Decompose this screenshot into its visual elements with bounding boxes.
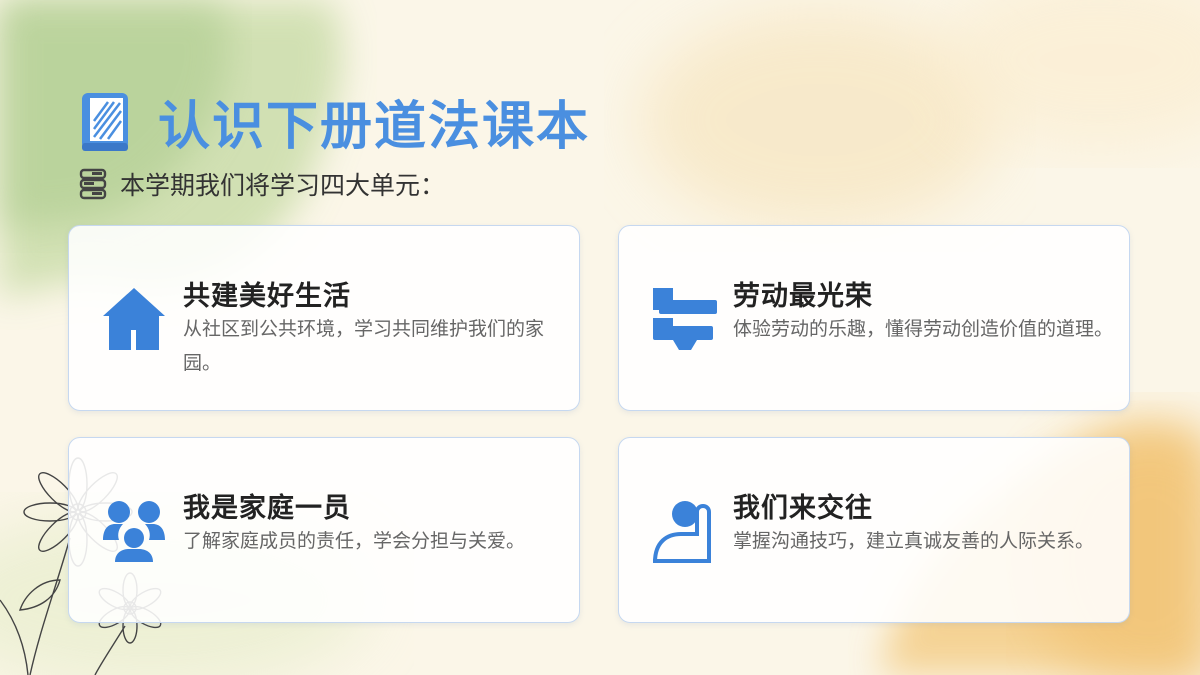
- page-title: 认识下册道法课本: [158, 96, 591, 157]
- subtitle: 本学期我们将学习四大单元：: [120, 171, 446, 200]
- communication-icon: [653, 501, 711, 563]
- family-icon: [103, 501, 165, 562]
- unit-description: 从社区到公共环境，学习共同维护我们的家园。: [183, 318, 545, 374]
- book-icon: [82, 92, 128, 151]
- unit-title: 劳动最光荣: [733, 281, 873, 312]
- title-bar: 认识下册道法课本: [80, 84, 590, 159]
- unit-description: 掌握沟通技巧，建立真诚友善的人际关系。: [733, 530, 1095, 552]
- unit-description: 了解家庭成员的责任，学会分担与关爱。: [183, 530, 526, 552]
- tools-icon: [653, 288, 717, 350]
- unit-title: 我们来交往: [733, 493, 873, 524]
- unit-card-1: 共建美好生活 从社区到公共环境，学习共同维护我们的家园。: [68, 225, 580, 411]
- unit-title: 我是家庭一员: [183, 493, 351, 524]
- books-stack-icon: [79, 168, 107, 200]
- unit-card-4: 我们来交往 掌握沟通技巧，建立真诚友善的人际关系。: [618, 437, 1130, 623]
- unit-card-2: 劳动最光荣 体验劳动的乐趣，懂得劳动创造价值的道理。: [618, 225, 1130, 411]
- unit-card-3: 我是家庭一员 了解家庭成员的责任，学会分担与关爱。: [68, 437, 580, 623]
- unit-description: 体验劳动的乐趣，懂得劳动创造价值的道理。: [733, 318, 1114, 340]
- unit-title: 共建美好生活: [183, 281, 351, 312]
- house-icon: [103, 288, 165, 350]
- subtitle-bar: 本学期我们将学习四大单元：: [78, 166, 445, 202]
